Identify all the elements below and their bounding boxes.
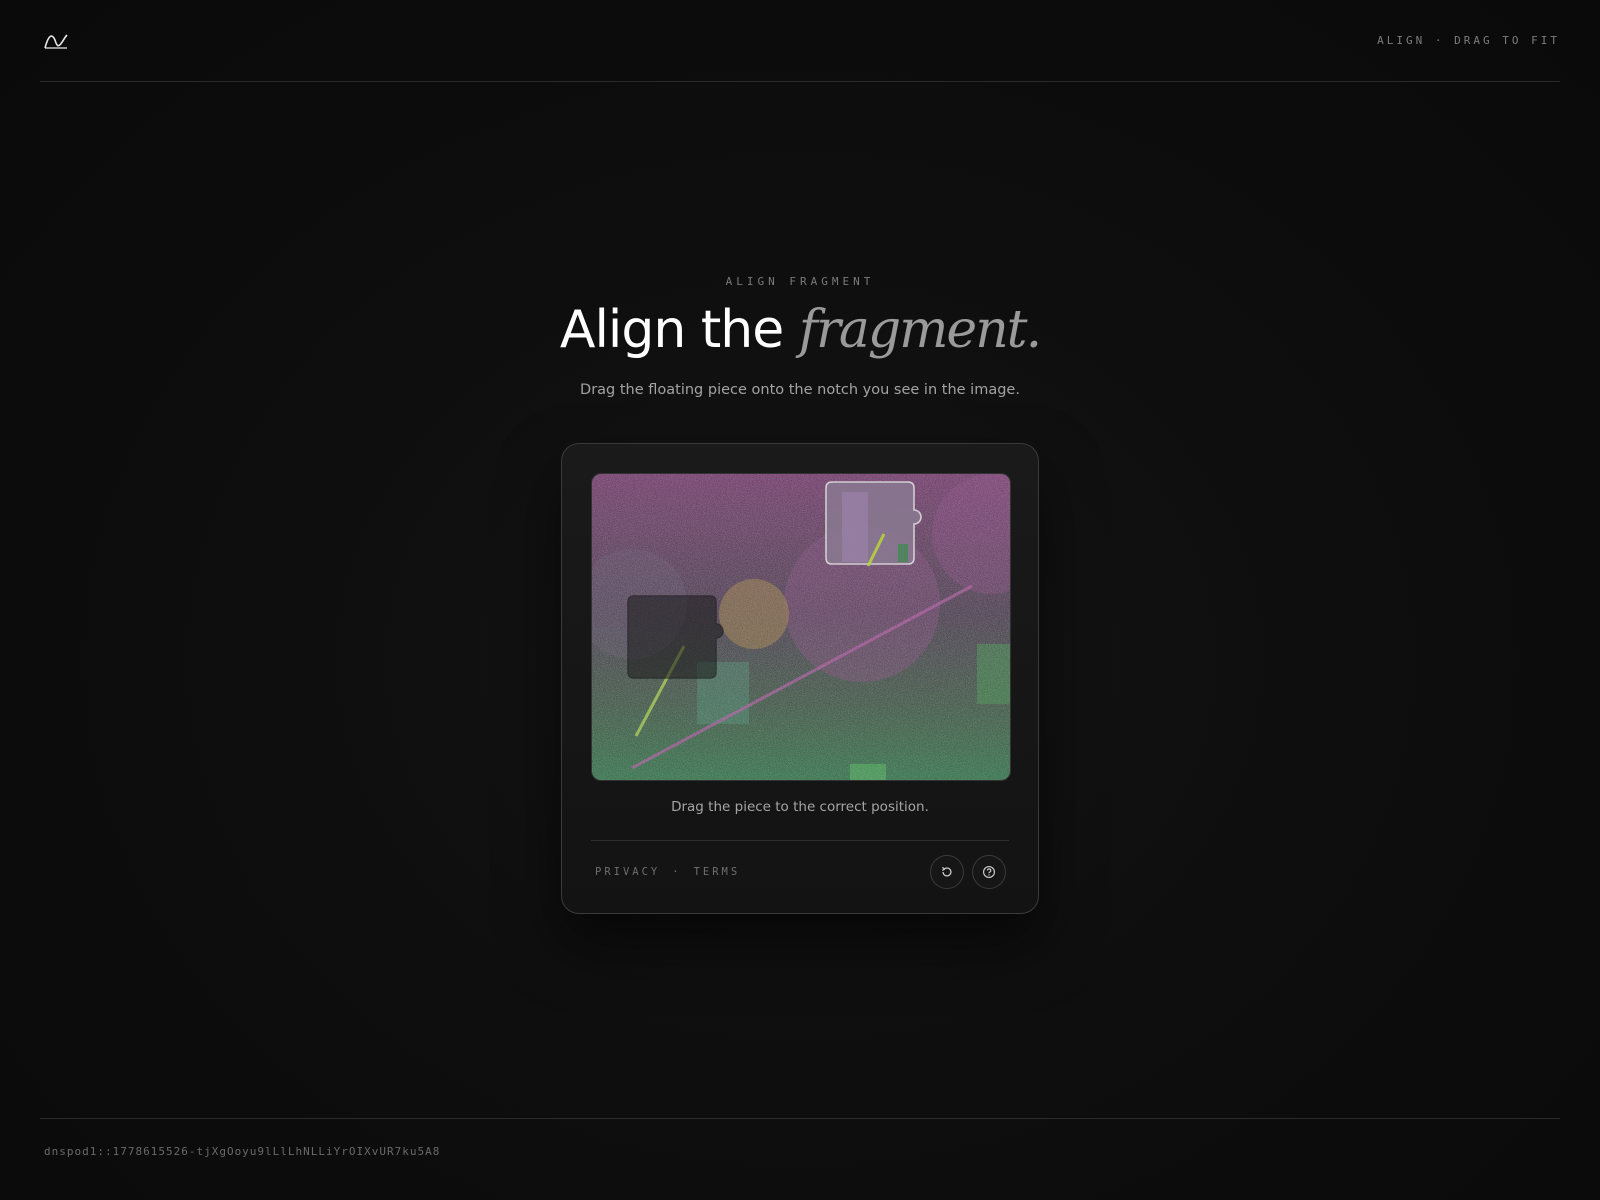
- top-bar: ALIGN · DRAG TO FIT: [40, 0, 1560, 82]
- target-notch: [627, 595, 724, 679]
- card-divider: [591, 840, 1009, 841]
- refresh-icon: [941, 866, 952, 877]
- eyebrow-label: ALIGN FRAGMENT: [725, 275, 875, 288]
- help-icon: [983, 866, 995, 878]
- puzzle-canvas[interactable]: [591, 473, 1011, 781]
- link-separator: ·: [672, 866, 682, 878]
- help-button[interactable]: [972, 855, 1006, 889]
- header-mode-label: ALIGN · DRAG TO FIT: [1377, 34, 1560, 47]
- page-subtitle: Drag the floating piece onto the notch y…: [580, 382, 1020, 398]
- title-emphasis: fragment.: [798, 300, 1042, 360]
- captcha-hint: Drag the piece to the correct position.: [671, 799, 929, 815]
- captcha-actions: [930, 855, 1006, 889]
- page-title: Align the fragment.: [0, 300, 1600, 360]
- wave-logo-icon[interactable]: [43, 31, 69, 51]
- privacy-link[interactable]: PRIVACY: [595, 866, 660, 878]
- legal-links: PRIVACY · TERMS: [595, 866, 740, 878]
- captcha-card: Drag the piece to the correct position. …: [561, 443, 1039, 914]
- refresh-button[interactable]: [930, 855, 964, 889]
- footer-divider: [40, 1118, 1560, 1119]
- session-token: dnspod1::1778615526-tjXgOoyu9lLlLhNLLiYr…: [44, 1145, 441, 1158]
- terms-link[interactable]: TERMS: [694, 866, 741, 878]
- title-plain: Align the: [559, 300, 799, 360]
- draggable-piece[interactable]: [825, 481, 922, 567]
